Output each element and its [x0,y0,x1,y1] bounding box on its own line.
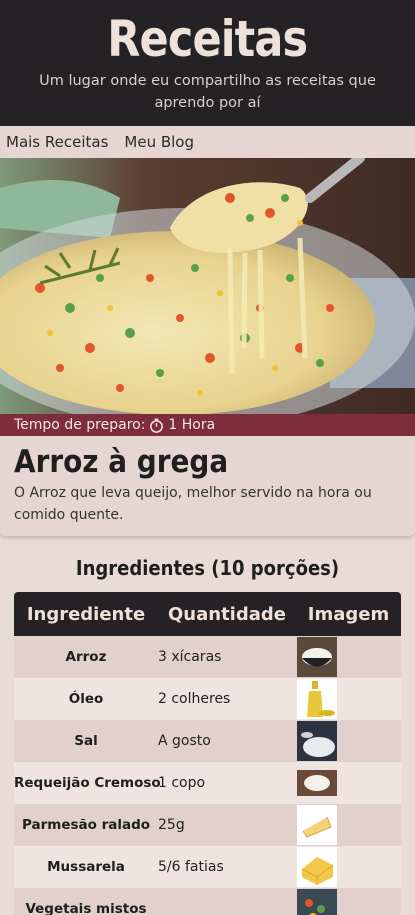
ingredient-name: Óleo [68,691,104,707]
oil-bottle-icon [297,679,337,719]
ingredient-quantity: 25g [158,817,185,833]
ingredient-name: Parmesão ralado [21,817,151,833]
parmesan-icon [297,805,337,845]
ingredient-name: Arroz [65,649,107,665]
prep-time-bar: Tempo de preparo: 1 Hora [0,414,415,436]
vegetables-icon [297,889,337,915]
ingredient-name: Sal [74,733,98,749]
table-body: Arroz 3 xícaras Óleo 2 colheres Sal A go… [14,636,401,915]
table-row: Requeijão Cremoso 1 copo [14,762,401,804]
ingredient-quantity: 3 xícaras [158,649,222,665]
stopwatch-icon [150,418,164,433]
prep-time-label: Tempo de preparo: [14,417,146,433]
recipe-description: O Arroz que leva queijo, melhor servido … [14,485,372,523]
site-header: Receitas Um lugar onde eu compartilho as… [0,0,415,126]
site-title: Receitas [107,10,309,68]
recipe-title: Arroz à grega [14,444,229,480]
nav-link-mais-receitas[interactable]: Mais Receitas [6,133,108,151]
ingredient-quantity: 2 colheres [158,691,231,707]
ingredient-name: Requeijão Cremoso [14,775,161,791]
table-row: Parmesão ralado 25g [14,804,401,846]
table-row: Sal A gosto [14,720,401,762]
recipe-hero-image [0,158,415,414]
prep-time-value: 1 Hora [168,417,216,433]
column-header-imagem: Imagem [307,603,390,625]
ingredient-quantity: 5/6 fatias [158,859,224,875]
table-row: Arroz 3 xícaras [14,636,401,678]
ingredient-quantity: 1 copo [158,775,206,791]
mozzarella-icon [297,847,337,887]
table-header: Ingrediente Quantidade Imagem [14,592,401,636]
nav-link-meu-blog[interactable]: Meu Blog [124,133,194,151]
ingredient-name: Vegetais mistos [25,901,147,915]
column-header-quantidade: Quantidade [168,603,286,625]
ingredient-quantity: A gosto [158,733,211,749]
ingredient-name: Mussarela [47,859,125,875]
ingredients-heading: Ingredientes (10 porções) [75,556,340,580]
table-row: Mussarela 5/6 fatias [14,846,401,888]
cream-cheese-icon [297,770,337,796]
salt-icon [297,721,337,761]
column-header-ingrediente: Ingrediente [26,603,146,625]
table-row: Óleo 2 colheres [14,678,401,720]
baked-rice-photo [0,158,415,414]
table-row: Vegetais mistos [14,888,401,915]
main-nav: Mais Receitas Meu Blog [0,126,415,158]
site-subtitle: Um lugar onde eu compartilho as receitas… [39,73,376,111]
recipe-summary-card: Arroz à grega O Arroz que leva queijo, m… [0,436,415,536]
ingredients-table: Ingrediente Quantidade Imagem Arroz 3 xí… [14,592,401,915]
rice-bowl-icon [297,637,337,677]
